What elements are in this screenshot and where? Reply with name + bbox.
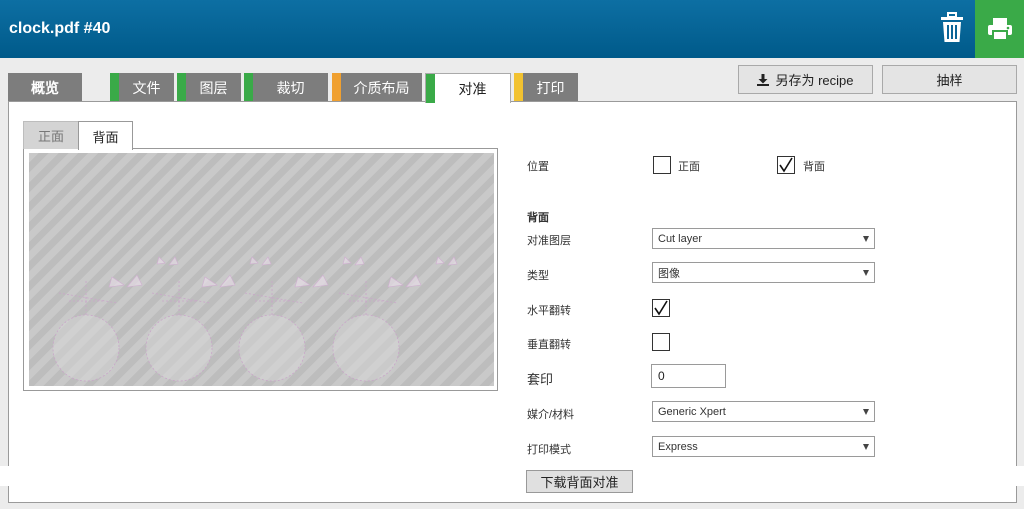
tab-label: 介质布局 — [353, 79, 410, 96]
sample-label: 抽样 — [936, 73, 963, 88]
sample-button[interactable]: 抽样 — [882, 65, 1017, 94]
tab-file[interactable]: 文件 — [110, 73, 174, 102]
document-title: clock.pdf #40 — [9, 20, 111, 37]
back-label: 背面 — [803, 161, 825, 173]
tab-label: 文件 — [132, 79, 161, 96]
horizontal-flip-label: 水平翻转 — [527, 305, 571, 317]
registration-layer-value: Cut layer — [658, 232, 703, 245]
tab-label: 打印 — [536, 79, 565, 96]
horizontal-flip-checkbox[interactable] — [652, 299, 670, 317]
print-mode-value: Express — [658, 440, 698, 453]
media-select[interactable]: Generic Xpert — [652, 401, 875, 422]
printer-icon — [987, 18, 1012, 41]
checkmark-icon — [654, 300, 668, 316]
type-label: 类型 — [527, 270, 549, 282]
save-as-recipe-button[interactable]: 另存为 recipe — [738, 65, 873, 94]
vertical-flip-label: 垂直翻转 — [527, 339, 571, 351]
save-as-recipe-label: 另存为 recipe — [775, 73, 854, 88]
download-back-registration-button[interactable]: 下载背面对准 — [526, 470, 633, 493]
front-label: 正面 — [678, 161, 700, 173]
tab-print[interactable]: 打印 — [514, 73, 578, 102]
status-bar — [514, 73, 523, 102]
registration-layer-label: 对准图层 — [527, 235, 571, 247]
type-value: 图像 — [658, 267, 680, 280]
tab-overview[interactable]: 概览 — [8, 73, 82, 102]
tab-registration[interactable]: 对准 — [425, 73, 511, 103]
media-label: 媒介/材料 — [527, 409, 575, 421]
side-tab-back[interactable]: 背面 — [78, 121, 133, 150]
registration-layer-select[interactable]: Cut layer — [652, 228, 875, 249]
overprint-input[interactable]: 0 — [651, 364, 726, 388]
status-bar — [110, 73, 119, 102]
print-mode-select[interactable]: Express — [652, 436, 875, 457]
tab-label: 裁切 — [276, 79, 305, 96]
tab-label: 图层 — [199, 79, 228, 96]
overprint-label: 套印 — [527, 372, 554, 387]
status-bar — [332, 73, 341, 102]
tab-media-layout[interactable]: 介质布局 — [332, 73, 422, 102]
tab-layers[interactable]: 图层 — [177, 73, 241, 102]
section-title: 背面 — [527, 212, 549, 224]
media-value: Generic Xpert — [658, 405, 726, 418]
front-checkbox[interactable] — [653, 156, 671, 174]
print-mode-label: 打印模式 — [527, 444, 571, 456]
tab-label: 对准 — [458, 80, 487, 97]
print-button[interactable] — [975, 0, 1024, 58]
status-bar — [244, 73, 253, 102]
preview-frame — [23, 148, 498, 391]
overlay-band — [0, 466, 1024, 486]
clock-artwork — [52, 256, 458, 382]
trash-icon[interactable] — [938, 12, 966, 44]
vertical-flip-checkbox[interactable] — [652, 333, 670, 351]
status-bar — [426, 74, 435, 103]
checkmark-icon — [779, 157, 793, 173]
dropdown-arrow-icon — [863, 409, 869, 415]
status-bar — [177, 73, 186, 102]
tab-label: 概览 — [31, 79, 59, 96]
dropdown-arrow-icon — [863, 236, 869, 242]
back-checkbox[interactable] — [777, 156, 795, 174]
tab-cut[interactable]: 裁切 — [244, 73, 328, 102]
position-label: 位置 — [527, 161, 549, 173]
type-select[interactable]: 图像 — [652, 262, 875, 283]
app-header: clock.pdf #40 — [0, 0, 1024, 58]
preview-canvas[interactable] — [29, 153, 494, 386]
dropdown-arrow-icon — [863, 444, 869, 450]
download-icon — [757, 73, 770, 86]
dropdown-arrow-icon — [863, 270, 869, 276]
side-tab-front[interactable]: 正面 — [23, 121, 79, 149]
